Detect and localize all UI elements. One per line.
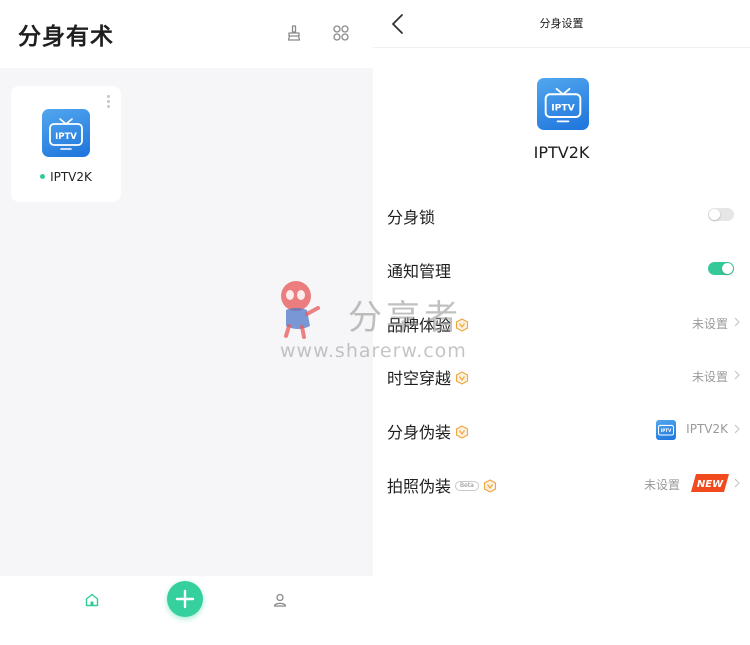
more-options-icon[interactable] <box>105 95 111 111</box>
vip-badge-icon <box>455 371 469 385</box>
vip-badge-icon <box>483 479 497 493</box>
setting-row-time-travel[interactable]: 时空穿越 未设置 <box>373 357 750 393</box>
home-header: 分身有术 <box>0 0 373 68</box>
setting-label: 品牌体验 <box>387 312 469 336</box>
iptv-app-icon-large: IPTV <box>537 78 589 130</box>
header-divider <box>373 47 750 48</box>
chevron-right-icon <box>734 370 740 380</box>
app-card-label: IPTV2K <box>11 170 121 184</box>
app-name: IPTV2K <box>533 143 590 162</box>
vip-badge-icon <box>455 318 469 332</box>
setting-value: 未设置 <box>643 478 680 492</box>
app-card-name: IPTV2K <box>50 170 92 184</box>
notification-toggle[interactable] <box>708 262 734 275</box>
app-list-area: IPTV IPTV2K <box>0 68 373 576</box>
setting-row-photo-disguise[interactable]: 拍照伪装 Beta 未设置 NEW <box>373 465 750 501</box>
add-icon[interactable] <box>167 581 203 617</box>
setting-value: 未设置 <box>691 317 728 331</box>
setting-row-clone-lock[interactable]: 分身锁 <box>373 196 750 232</box>
setting-row-brand-experience[interactable]: 品牌体验 未设置 <box>373 304 750 340</box>
clean-icon[interactable] <box>285 24 303 42</box>
setting-row-clone-disguise[interactable]: 分身伪装 IPTV IPTV2K <box>373 411 750 447</box>
setting-label: 分身锁 <box>387 208 436 227</box>
home-screen: 分身有术 IPTV IPTV2K <box>0 0 373 645</box>
app-card[interactable]: IPTV IPTV2K <box>11 86 121 202</box>
screenshot-root: 分身有术 IPTV IPTV2K 分身设置 IPTV IPTV2K 分身锁 通知… <box>0 0 750 645</box>
iptv-icon-text: IPTV <box>55 132 77 142</box>
profile-icon[interactable] <box>272 592 288 608</box>
svg-text:NEW: NEW <box>697 479 724 490</box>
setting-label: 通知管理 <box>387 262 452 281</box>
setting-row-notification[interactable]: 通知管理 <box>373 250 750 286</box>
iptv-icon-text: IPTV <box>551 103 575 114</box>
page-title: 分身设置 <box>539 17 584 30</box>
setting-value: IPTV2K <box>686 422 728 436</box>
home-icon[interactable] <box>84 592 100 608</box>
status-dot <box>40 174 46 179</box>
bottom-nav <box>0 576 373 645</box>
setting-value: 未设置 <box>691 370 728 384</box>
beta-tag: Beta <box>455 481 479 491</box>
app-title: 分身有术 <box>18 24 114 50</box>
clone-lock-toggle[interactable] <box>708 208 734 221</box>
clone-settings-screen: 分身设置 IPTV IPTV2K 分身锁 通知管理 品牌体验 未设置 时空穿越 … <box>373 0 750 645</box>
setting-label: 分身伪装 <box>387 419 469 443</box>
chevron-right-icon <box>734 317 740 327</box>
new-badge: NEW <box>690 473 730 493</box>
apps-grid-icon[interactable] <box>332 24 350 42</box>
vip-badge-icon <box>455 425 469 439</box>
chevron-right-icon <box>734 478 740 488</box>
iptv-app-icon: IPTV <box>42 109 90 157</box>
iptv-mini-icon: IPTV <box>656 420 676 440</box>
setting-label: 拍照伪装 Beta <box>387 473 497 497</box>
svg-text:IPTV: IPTV <box>661 428 672 433</box>
chevron-right-icon <box>734 424 740 434</box>
setting-label: 时空穿越 <box>387 365 469 389</box>
